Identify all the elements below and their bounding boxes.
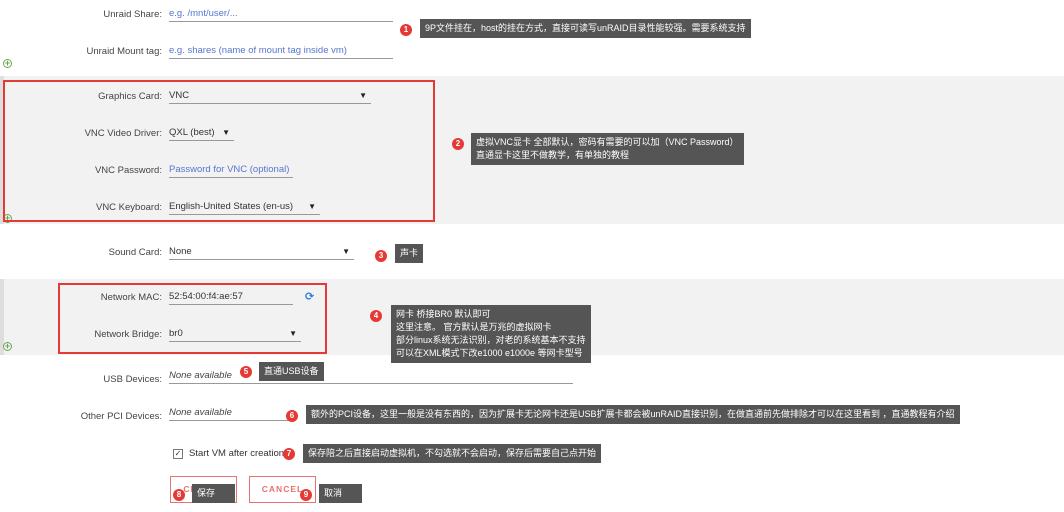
annotation-tooltip-8: 保存 (192, 484, 235, 503)
usb-divider (169, 383, 573, 384)
annotation-badge-6: 6 (286, 410, 298, 422)
annotation-tooltip-2: 虚拟VNC显卡 全部默认，密码有需要的可以加（VNC Password） 直通显… (471, 133, 744, 165)
other-pci-devices-label: Other PCI Devices: (80, 411, 162, 422)
graphics-highlight-box (3, 80, 435, 222)
annotation-badge-7: 7 (283, 448, 295, 460)
unraid-share-label: Unraid Share: (103, 9, 162, 20)
annotation-badge-2: 2 (452, 138, 464, 150)
unraid-mount-tag-label: Unraid Mount tag: (86, 46, 162, 57)
add-share-icon[interactable]: + (3, 59, 12, 68)
other-pci-devices-value: None available (169, 407, 232, 418)
add-network-icon[interactable]: + (3, 342, 12, 351)
sound-card-label: Sound Card: (108, 247, 162, 258)
start-vm-checkbox[interactable]: ✓ (173, 449, 183, 459)
unraid-share-input[interactable]: e.g. /mnt/user/... (169, 8, 393, 22)
annotation-tooltip-5: 直通USB设备 (259, 362, 324, 381)
annotation-badge-8: 8 (173, 489, 185, 501)
annotation-tooltip-3: 声卡 (395, 244, 424, 263)
annotation-badge-5: 5 (240, 366, 252, 378)
annotation-tooltip-6: 额外的PCI设备，这里一般是没有东西的，因为扩展卡无论网卡还是USB扩展卡都会被… (306, 405, 960, 424)
network-highlight-box (58, 283, 327, 354)
start-vm-label: Start VM after creation (189, 448, 285, 459)
sound-card-value: None (169, 246, 192, 257)
dropdown-caret-icon: ▼ (342, 247, 350, 256)
annotation-badge-1: 1 (400, 24, 412, 36)
sound-card-select[interactable]: None ▼ (169, 246, 354, 260)
annotation-tooltip-9: 取消 (319, 484, 362, 503)
usb-devices-label: USB Devices: (103, 374, 162, 385)
annotation-tooltip-7: 保存陪之后直接启动虚拟机，不勾选就不会启动，保存后需要自己点开始 (303, 444, 602, 463)
annotation-badge-3: 3 (375, 250, 387, 262)
annotation-badge-4: 4 (370, 310, 382, 322)
annotation-badge-9: 9 (300, 489, 312, 501)
annotation-tooltip-1: 9P文件挂在，host的挂在方式，直接可读写unRAID目录性能较强。需要系统支… (420, 19, 751, 38)
annotation-tooltip-4: 网卡 桥接BR0 默认即可 这里注意。 官方默认是万兆的虚拟网卡 部分linux… (391, 305, 591, 363)
unraid-mount-tag-input[interactable]: e.g. shares (name of mount tag inside vm… (169, 45, 393, 59)
pci-divider (169, 420, 289, 421)
